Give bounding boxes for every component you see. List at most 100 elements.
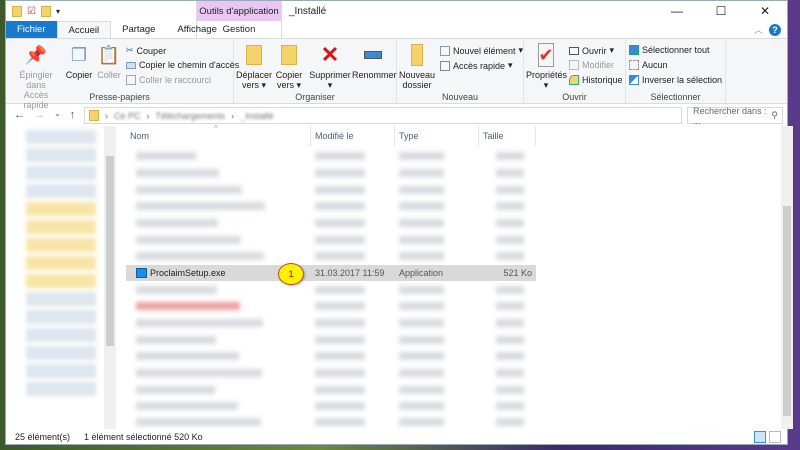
rename-button[interactable]: Renommer (352, 43, 397, 80)
properties-icon[interactable]: ☑ (27, 6, 36, 17)
search-input[interactable]: Rechercher dans : ... ⚲ (687, 106, 783, 126)
file-size: 521 Ko (503, 268, 532, 278)
open-icon (569, 46, 579, 55)
navigation-pane[interactable] (6, 126, 117, 429)
paste-button[interactable]: 📋 Coller (96, 43, 122, 80)
forward-arrow-icon[interactable]: → (34, 109, 45, 121)
tab-accueil[interactable]: Accueil (56, 21, 112, 38)
scissors-icon: ✂ (126, 45, 134, 55)
column-header-modifie[interactable]: Modifié le (311, 126, 395, 146)
group-label: Sélectionner (650, 92, 701, 102)
minimize-button[interactable]: — (655, 1, 699, 21)
back-arrow-icon[interactable]: ← (14, 109, 25, 121)
file-list-scrollbar[interactable] (781, 126, 793, 429)
new-item-icon (440, 45, 450, 56)
quick-access-button[interactable]: Accès rapide ▾ (440, 60, 513, 71)
move-to-button[interactable]: Déplacer vers ▾ (236, 43, 272, 90)
properties-label: Propriétés (526, 70, 568, 80)
file-type: Application (399, 268, 444, 278)
recent-locations-icon[interactable]: ⌄ (54, 109, 61, 121)
copy-button[interactable]: ❐ Copier (64, 43, 94, 80)
new-folder-label-2: dossier (402, 80, 432, 90)
edit-button[interactable]: Modifier (569, 60, 614, 70)
breadcrumb-ce-pc[interactable]: Ce PC (114, 111, 141, 121)
file-list: Nom ^ Modifié le Type Taille ProclaimSet… (126, 124, 793, 430)
large-icons-view-icon[interactable] (769, 431, 781, 443)
details-view-icon[interactable] (754, 431, 766, 443)
delete-x-icon: ✕ (320, 42, 340, 67)
nav-scrollbar[interactable] (104, 126, 116, 429)
select-all-button[interactable]: Sélectionner tout (629, 45, 710, 55)
ribbon-tabs: Fichier Accueil Partage Affichage (6, 21, 228, 38)
delete-button[interactable]: ✕ Supprimer ▾ (309, 42, 351, 91)
address-path[interactable]: › Ce PC › Téléchargements › _Installé (84, 107, 682, 124)
table-row-obscured[interactable] (126, 332, 536, 348)
customize-dropdown-icon[interactable]: ▾ (56, 7, 60, 16)
table-row-obscured[interactable] (126, 298, 536, 314)
edit-icon (569, 60, 579, 70)
cut-label: Couper (136, 45, 167, 56)
move-to-icon (243, 43, 265, 67)
column-header-taille[interactable]: Taille (479, 126, 536, 146)
properties-button[interactable]: ✔ Propriétés ▾ (526, 43, 568, 90)
select-all-label: Sélectionner tout (642, 45, 710, 55)
table-row-obscured[interactable] (126, 414, 536, 430)
new-item-button[interactable]: Nouvel élément ▾ (440, 45, 523, 56)
rename-label: Renommer (352, 70, 397, 80)
tab-affichage[interactable]: Affichage (166, 21, 227, 38)
table-row-obscured[interactable] (126, 248, 536, 264)
copy-to-button[interactable]: Copier vers ▾ (274, 43, 304, 90)
table-row-obscured[interactable] (126, 198, 536, 214)
cut-button[interactable]: ✂ Couper (126, 45, 166, 56)
paste-label: Coller (97, 70, 121, 80)
tab-partage[interactable]: Partage (111, 21, 166, 38)
status-bar: 25 élément(s) 1 élément sélectionné 520 … (6, 429, 787, 445)
window-title: _Installé (289, 6, 327, 17)
tab-fichier[interactable]: Fichier (6, 21, 57, 38)
ribbon: 📌 Épingler dans Accès rapide ❐ Copier 📋 Coll… (6, 38, 787, 110)
table-row-obscured[interactable] (126, 165, 536, 181)
invert-selection-icon (629, 75, 639, 85)
table-row-obscured[interactable] (126, 315, 536, 331)
select-all-icon (629, 45, 639, 55)
new-folder-button[interactable]: Nouveau dossier (399, 43, 435, 90)
select-none-button[interactable]: Aucun (629, 60, 668, 70)
copy-to-icon (278, 43, 300, 67)
table-row-obscured[interactable] (126, 348, 536, 364)
table-row-obscured[interactable] (126, 182, 536, 198)
collapse-ribbon-icon[interactable]: ︿ (754, 23, 763, 36)
column-header-type[interactable]: Type (395, 126, 479, 146)
paste-shortcut-button[interactable]: Coller le raccourci (126, 75, 211, 85)
close-button[interactable]: ✕ (743, 1, 787, 21)
group-organiser: Déplacer vers ▾ Copier vers ▾ ✕ Supprimer ▾ … (234, 39, 397, 105)
table-row-obscured[interactable] (126, 382, 536, 398)
group-nouveau: Nouveau dossier Nouvel élément ▾ Accès rap… (397, 39, 524, 105)
table-row-obscured[interactable] (126, 282, 536, 298)
table-row-obscured[interactable] (126, 148, 536, 164)
history-button[interactable]: Historique (569, 75, 623, 85)
open-button[interactable]: Ouvrir ▾ (569, 45, 614, 56)
help-icon[interactable]: ? (769, 24, 781, 36)
up-arrow-icon[interactable]: ↑ (70, 109, 76, 121)
table-row-selected[interactable]: ProclaimSetup.exe 31.03.2017 11:59 Appli… (126, 265, 536, 281)
pin-icon: 📌 (24, 45, 48, 65)
breadcrumb-telechargements[interactable]: Téléchargements (156, 111, 226, 121)
copyto-label-1: Copier (275, 70, 303, 80)
quick-access-label: Accès rapide (453, 60, 506, 71)
open-label: Ouvrir (582, 45, 607, 56)
breadcrumb-installe[interactable]: _Installé (240, 111, 274, 121)
copy-path-button[interactable]: Copier le chemin d'accès (126, 60, 239, 70)
group-label: Ouvrir (562, 92, 587, 102)
table-row-obscured[interactable] (126, 215, 536, 231)
maximize-button[interactable]: ☐ (699, 1, 743, 21)
column-header-nom[interactable]: Nom (126, 126, 311, 146)
new-folder-icon[interactable] (40, 5, 51, 17)
quick-access-icon (440, 60, 450, 71)
select-none-icon (629, 60, 639, 70)
table-row-obscured[interactable] (126, 365, 536, 381)
file-explorer-window: ☑ ▾ _Installé — ☐ ✕ Outils d'application… (5, 0, 793, 445)
delete-label: Supprimer (309, 70, 351, 80)
table-row-obscured[interactable] (126, 398, 536, 414)
invert-selection-button[interactable]: Inverser la sélection (629, 75, 722, 85)
table-row-obscured[interactable] (126, 232, 536, 248)
